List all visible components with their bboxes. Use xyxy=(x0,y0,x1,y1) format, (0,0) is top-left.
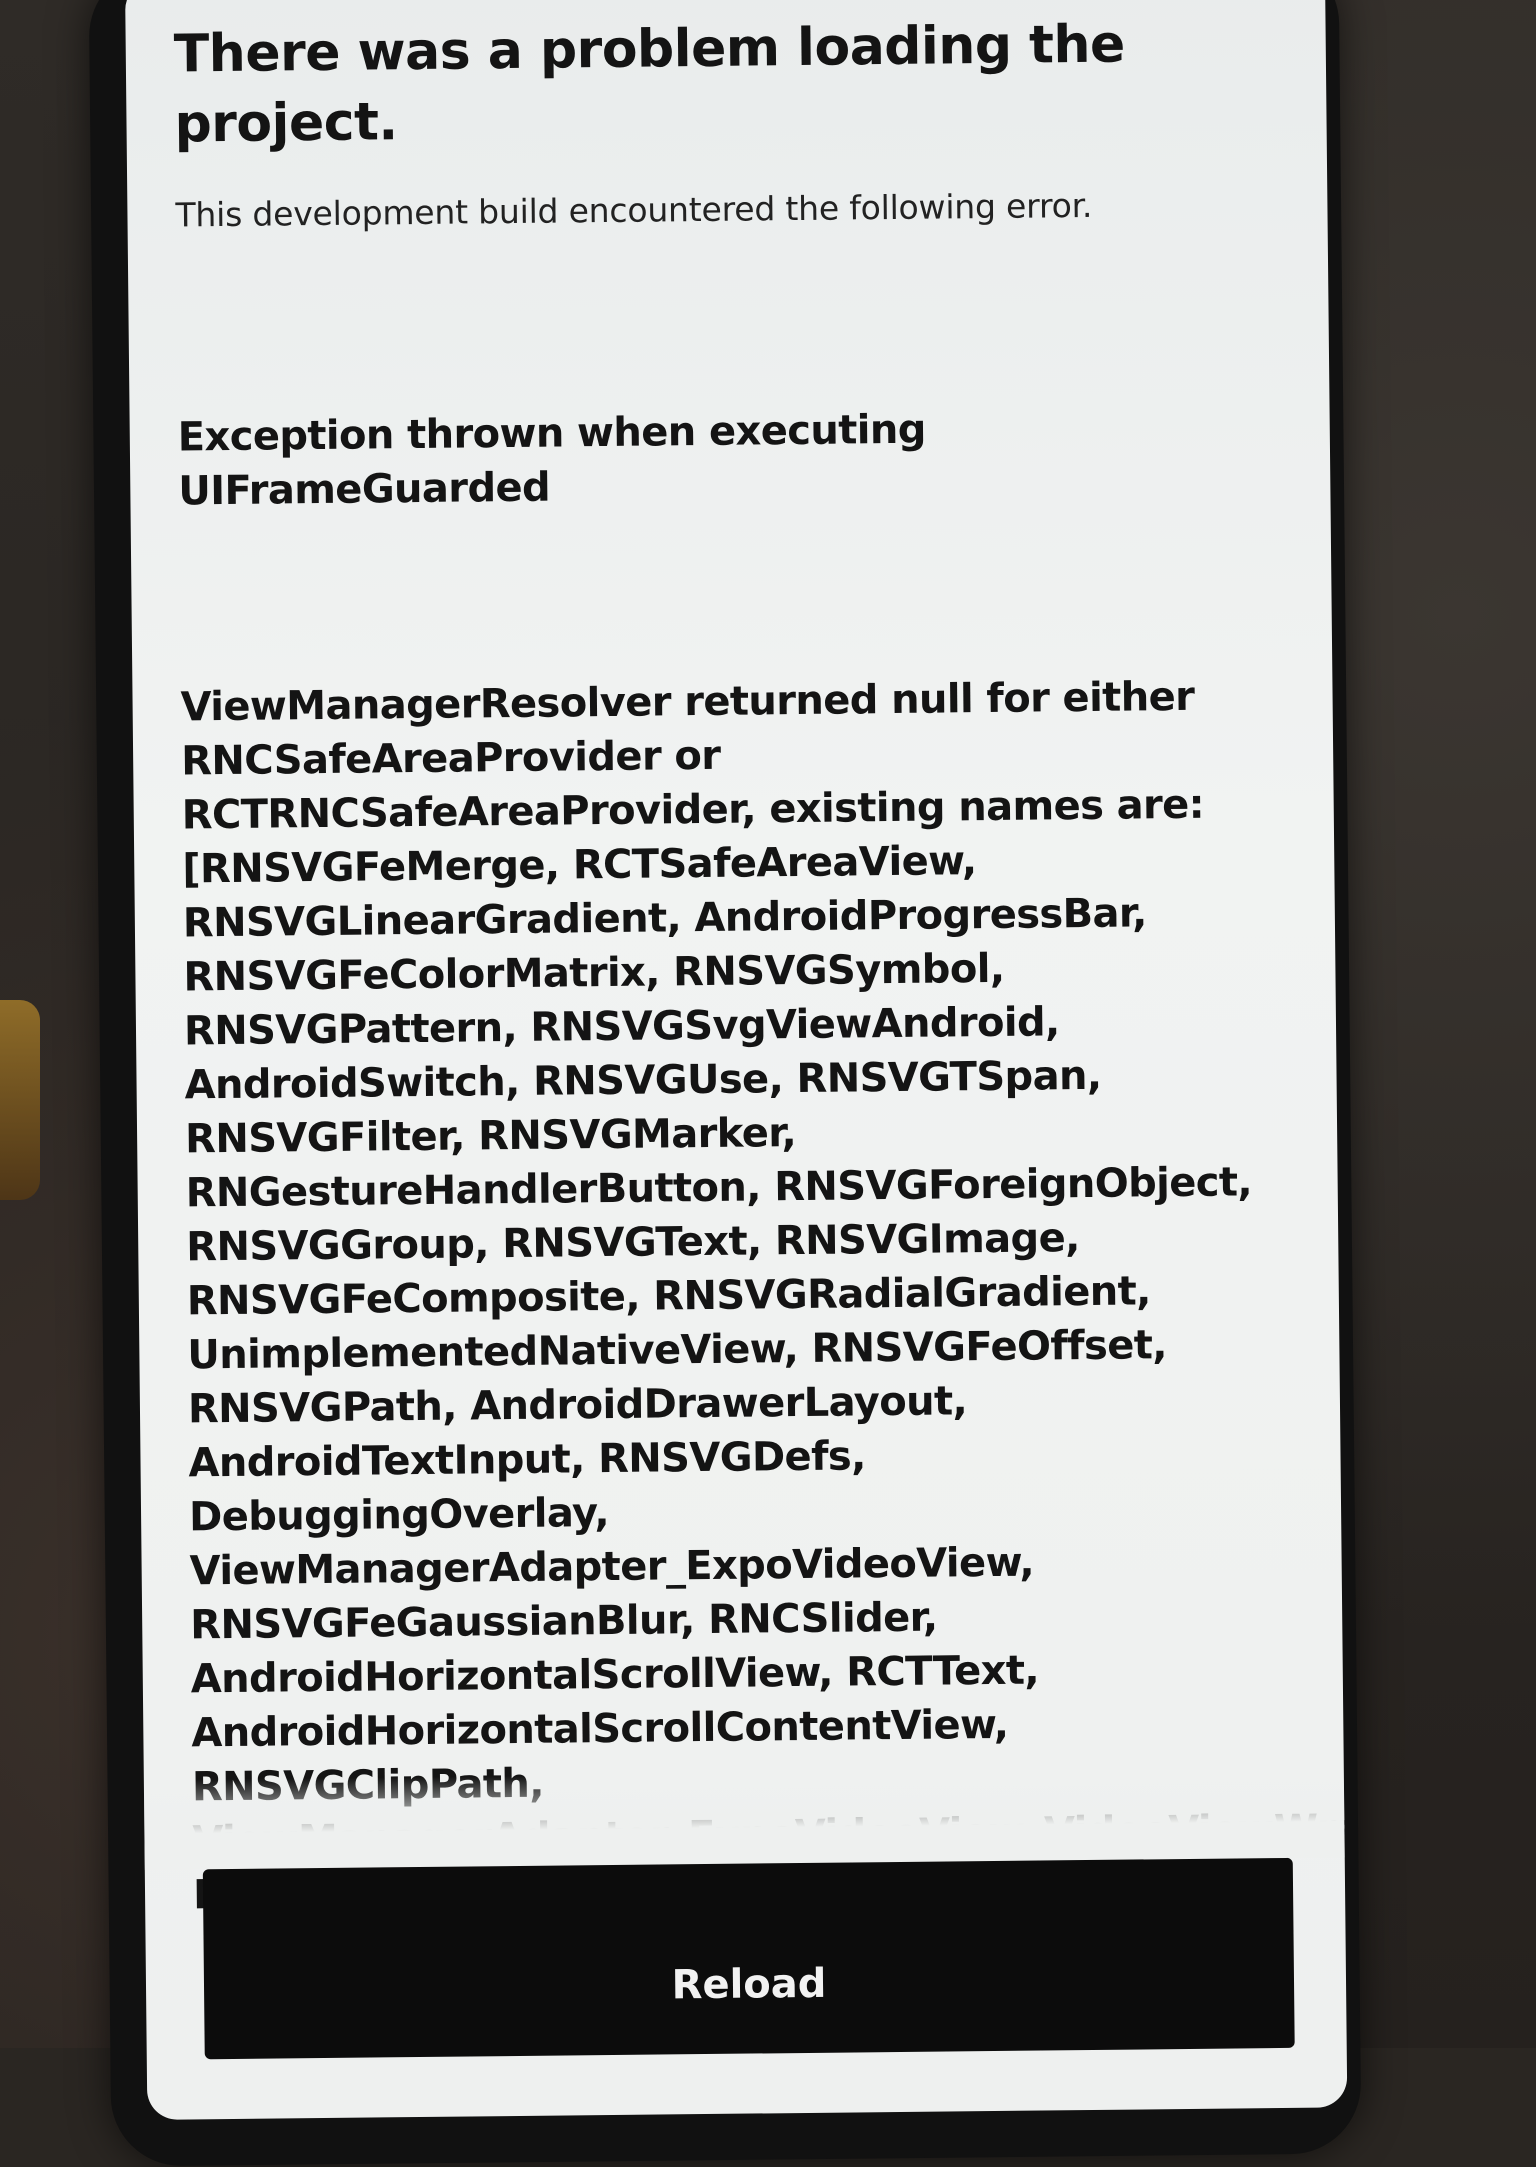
error-title: There was a problem loading the project. xyxy=(173,14,1126,155)
error-content: There was a problem loading the project.… xyxy=(173,8,1347,2030)
reload-button[interactable]: Reload xyxy=(202,1857,1295,2060)
background-object xyxy=(0,1000,40,1200)
phone-screen: There was a problem loading the project.… xyxy=(125,0,1348,2120)
error-heading: Exception thrown when executing UIFrameG… xyxy=(177,406,940,515)
scroll-fade xyxy=(143,1767,1345,1870)
error-message: ViewManagerResolver returned null for ei… xyxy=(180,673,1347,1919)
error-subtitle: This development build encountered the f… xyxy=(175,185,1093,235)
